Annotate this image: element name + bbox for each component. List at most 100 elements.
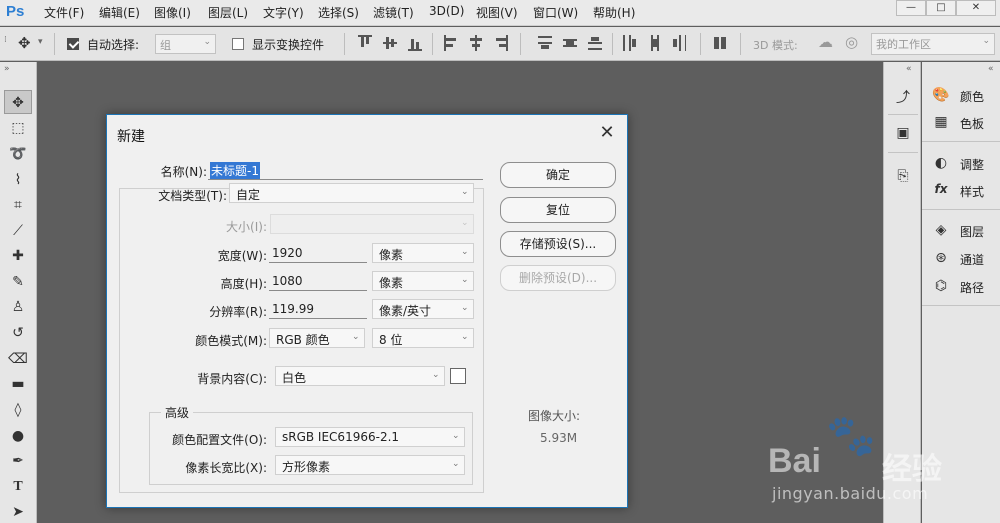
collapse-icon[interactable]: « [988, 64, 994, 74]
brush-tool-icon[interactable]: ✎ [4, 270, 32, 294]
align-left-icon[interactable] [444, 35, 458, 51]
align-bottom-icon[interactable] [408, 35, 422, 51]
align-hcenter-icon[interactable] [469, 35, 483, 51]
menu-3d[interactable]: 3D(D) [429, 4, 464, 18]
show-transform-checkbox[interactable] [232, 38, 244, 50]
align-top-icon[interactable] [358, 35, 372, 51]
distribute-right-icon[interactable] [672, 35, 686, 51]
path-select-tool-icon[interactable]: ➤ [4, 500, 32, 523]
menu-layer[interactable]: 图层(L) [208, 4, 248, 21]
fx-styles-icon: fx [934, 182, 948, 196]
pixel-aspect-dropdown[interactable]: 方形像素 ⌄ [275, 455, 465, 475]
blur-tool-icon[interactable]: ◊ [4, 398, 32, 422]
height-input[interactable]: 1080 [272, 274, 303, 288]
panel-tab-layers[interactable]: ◈ 图层 [922, 218, 1000, 244]
ok-button[interactable]: 确定 [500, 162, 616, 188]
chevron-down-icon[interactable]: ▾ [38, 37, 43, 47]
align-vcenter-icon[interactable] [383, 35, 397, 51]
crop-tool-icon[interactable]: ⌗ [4, 193, 32, 217]
doc-type-dropdown[interactable]: 自定 ⌄ [229, 183, 474, 203]
auto-select-target-dropdown[interactable]: 组 ⌄ [155, 34, 216, 54]
close-window-button[interactable]: ✕ [956, 0, 996, 16]
menu-edit[interactable]: 编辑(E) [99, 4, 140, 21]
width-input[interactable]: 1920 [272, 246, 303, 260]
separator [612, 33, 613, 55]
distribute-top-icon[interactable] [538, 35, 552, 51]
collapse-icon[interactable]: « [906, 64, 912, 74]
height-unit-dropdown[interactable]: 像素 ⌄ [372, 271, 474, 291]
resolution-input[interactable]: 119.99 [272, 302, 314, 316]
3d-roll-icon[interactable]: ◎ [845, 33, 858, 51]
menu-window[interactable]: 窗口(W) [533, 4, 578, 21]
panel-label: 调整 [960, 158, 985, 172]
history-icon[interactable]: ⤴ [893, 87, 913, 107]
workspace-dropdown[interactable]: 我的工作区 ⌄ [871, 33, 995, 55]
color-mode-label: 颜色模式(M): [195, 334, 267, 348]
menu-help[interactable]: 帮助(H) [593, 4, 635, 21]
watermark-bai-text: Bai [768, 442, 821, 480]
baidu-jingyan-watermark: 🐾 Bai 经验 jingyan.baidu.com [766, 412, 1000, 517]
menu-select[interactable]: 选择(S) [318, 4, 359, 21]
panel-tab-channels[interactable]: ⊛ 通道 [922, 246, 1000, 272]
distribute-left-icon[interactable] [622, 35, 636, 51]
reset-button[interactable]: 复位 [500, 197, 616, 223]
panel-tab-adjustments[interactable]: ◐ 调整 [922, 151, 1000, 177]
move-tool-preset-icon[interactable]: ✥ [18, 34, 31, 52]
gradient-tool-icon[interactable]: ▬ [4, 372, 32, 396]
maximize-button[interactable]: □ [926, 0, 956, 16]
eraser-tool-icon[interactable]: ⌫ [4, 347, 32, 371]
menu-view[interactable]: 视图(V) [476, 4, 518, 21]
panel-tab-color[interactable]: 🎨 颜色 [922, 83, 1000, 109]
properties-icon[interactable]: ▣ [893, 125, 913, 145]
distribute-bottom-icon[interactable] [588, 35, 602, 51]
lasso-tool-icon[interactable]: ➰ [4, 142, 32, 166]
align-right-icon[interactable] [494, 35, 508, 51]
auto-select-checkbox[interactable] [67, 38, 79, 50]
resolution-unit-dropdown[interactable]: 像素/英寸 ⌄ [372, 299, 474, 319]
menu-file[interactable]: 文件(F) [44, 4, 84, 21]
collapse-icon[interactable]: » [4, 64, 10, 74]
eyedropper-tool-icon[interactable]: ⟋ [4, 219, 32, 243]
healing-tool-icon[interactable]: ✚ [4, 244, 32, 268]
auto-align-icon[interactable] [714, 35, 728, 51]
background-color-swatch[interactable] [450, 368, 466, 384]
history-brush-tool-icon[interactable]: ↺ [4, 321, 32, 345]
bit-depth-dropdown[interactable]: 8 位 ⌄ [372, 328, 474, 348]
move-tool-icon[interactable]: ✥ [4, 90, 32, 114]
divider [888, 152, 918, 153]
glyphs-icon[interactable]: ⎘ [893, 168, 913, 188]
quick-select-tool-icon[interactable]: ⌇ [4, 168, 32, 192]
type-tool-icon[interactable]: T [4, 475, 32, 499]
chevron-down-icon: ⌄ [982, 36, 990, 46]
3d-orbit-icon[interactable]: ☁ [818, 33, 833, 51]
dodge-tool-icon[interactable]: ● [4, 424, 32, 448]
panel-label: 样式 [960, 185, 985, 199]
show-transform-label: 显示变换控件 [252, 38, 325, 52]
width-unit-dropdown[interactable]: 像素 ⌄ [372, 243, 474, 263]
image-size-value: 5.93M [540, 431, 578, 445]
divider [922, 209, 1000, 210]
marquee-tool-icon[interactable]: ⬚ [4, 116, 32, 140]
menu-image[interactable]: 图像(I) [154, 4, 191, 21]
color-profile-dropdown[interactable]: sRGB IEC61966-2.1 ⌄ [275, 427, 465, 447]
color-mode-dropdown[interactable]: RGB 颜色 ⌄ [269, 328, 365, 348]
pen-tool-icon[interactable]: ✒ [4, 449, 32, 473]
save-preset-button[interactable]: 存储预设(S)... [500, 231, 616, 257]
image-size-label: 图像大小: [528, 409, 581, 423]
minimize-button[interactable]: — [896, 0, 926, 16]
separator [520, 33, 521, 55]
name-input[interactable]: 未标题-1 [210, 162, 260, 179]
panel-tab-styles[interactable]: fx 样式 [922, 178, 1000, 204]
close-icon[interactable]: ✕ [595, 121, 619, 145]
adjustments-icon: ◐ [934, 155, 948, 171]
panel-tab-swatches[interactable]: ▦ 色板 [922, 110, 1000, 136]
menu-type[interactable]: 文字(Y) [263, 4, 304, 21]
panel-tab-paths[interactable]: ⌬ 路径 [922, 274, 1000, 300]
menu-filter[interactable]: 滤镜(T) [373, 4, 414, 21]
background-dropdown[interactable]: 白色 ⌄ [275, 366, 445, 386]
distribute-hcenter-icon[interactable] [647, 35, 661, 51]
color-profile-value: sRGB IEC61966-2.1 [282, 430, 400, 444]
distribute-vcenter-icon[interactable] [563, 35, 577, 51]
baidu-paw-logo: 🐾 [826, 413, 876, 459]
stamp-tool-icon[interactable]: ♙ [4, 295, 32, 319]
